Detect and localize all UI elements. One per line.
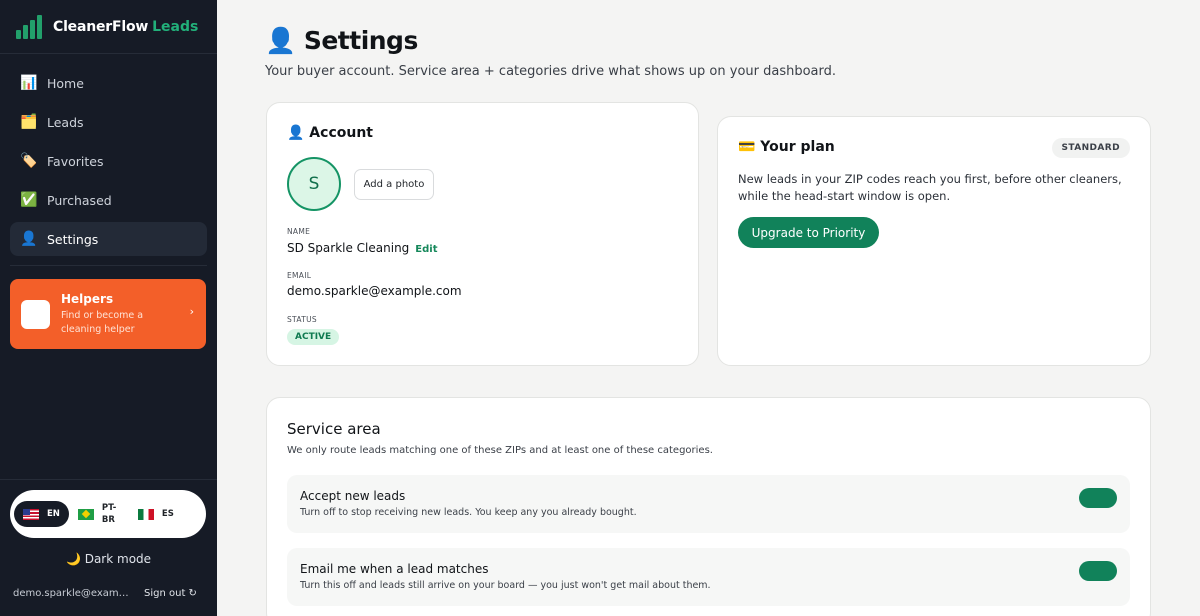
sidebar-nav: 📊 Home 🗂️ Leads 🏷️ Favorites ✅ Purchased… (0, 54, 217, 266)
dark-mode-toggle[interactable]: 🌙 Dark mode (0, 552, 217, 566)
sidebar-item-favorites[interactable]: 🏷️ Favorites (10, 144, 207, 178)
brand-accent: Leads (152, 18, 199, 35)
sidebar-item-purchased[interactable]: ✅ Purchased (10, 183, 207, 217)
user-icon: 👤 (20, 231, 38, 247)
lang-label: ES (161, 509, 174, 519)
sidebar-item-settings[interactable]: 👤 Settings (10, 222, 207, 256)
sidebar-item-home[interactable]: 📊 Home (10, 66, 207, 100)
sidebar-item-label: Home (47, 75, 84, 91)
divider (0, 479, 217, 480)
brazil-flag-icon (77, 508, 94, 520)
accept-leads-toggle[interactable] (1079, 488, 1117, 508)
us-flag-icon (23, 508, 39, 520)
avatar: S (287, 157, 341, 211)
status-label: STATUS (287, 315, 317, 324)
status-badge: ACTIVE (287, 329, 340, 345)
main-content: 👤 Settings Your buyer account. Service a… (217, 0, 1200, 616)
check-icon: ✅ (20, 192, 38, 208)
lang-label: EN (47, 509, 60, 519)
plan-badge: STANDARD (1051, 138, 1130, 158)
brand[interactable]: CleanerFlow Leads (0, 0, 217, 54)
bar-chart-logo-icon (16, 14, 43, 39)
account-name: SD Sparkle Cleaning (287, 241, 410, 255)
chart-icon: 📊 (20, 75, 38, 91)
plan-description: New leads in your ZIP codes reach you fi… (738, 172, 1122, 203)
sign-out-button[interactable]: Sign out ↻ (144, 588, 197, 599)
lang-label: PT-BR (101, 503, 117, 525)
chevron-right-icon: › (189, 305, 194, 318)
toggle-description: Turn off to stop receiving new leads. Yo… (300, 507, 637, 518)
name-label: NAME (287, 227, 311, 236)
sidebar-item-label: Settings (47, 231, 99, 247)
service-area-card: Service area We only route leads matchin… (266, 397, 1151, 616)
sidebar-item-leads[interactable]: 🗂️ Leads (10, 105, 207, 139)
helpers-card[interactable]: Helpers Find or become a cleaning helper… (10, 279, 206, 349)
upgrade-button[interactable]: Upgrade to Priority (738, 217, 879, 248)
email-value: demo.sparkle@example.com (287, 284, 462, 298)
email-match-toggle[interactable] (1079, 561, 1117, 581)
account-card: 👤 Account S Add a photo NAME SD Sparkle … (266, 102, 699, 366)
sidebar: CleanerFlow Leads 📊 Home 🗂️ Leads 🏷️ Fav… (0, 0, 217, 616)
page-subtitle: Your buyer account. Service area + categ… (265, 64, 837, 79)
sidebar-item-label: Leads (47, 114, 84, 130)
edit-name-link[interactable]: Edit (415, 244, 437, 255)
language-switcher: EN PT-BR ES (10, 490, 206, 538)
email-match-row: Email me when a lead matches Turn this o… (287, 548, 1130, 606)
page-title: 👤 Settings (265, 26, 418, 55)
add-photo-button[interactable]: Add a photo (354, 169, 434, 200)
name-value: SD Sparkle Cleaning Edit (287, 241, 438, 255)
user-email: demo.sparkle@example.com (13, 588, 133, 599)
email-label: EMAIL (287, 271, 312, 280)
accept-leads-row: Accept new leads Turn off to stop receiv… (287, 475, 1130, 533)
brand-name: CleanerFlow (53, 18, 149, 35)
helpers-subtitle: Find or become a cleaning helper (61, 309, 144, 335)
tag-icon: 🏷️ (20, 153, 38, 169)
lang-option-es[interactable]: ES (129, 501, 183, 527)
lang-option-en[interactable]: EN (14, 501, 69, 527)
account-title: 👤 Account (287, 125, 373, 141)
toggle-title: Email me when a lead matches (300, 562, 489, 576)
helpers-title: Helpers (61, 291, 114, 306)
toggle-description: Turn this off and leads still arrive on … (300, 580, 711, 591)
service-area-subtitle: We only route leads matching one of thes… (287, 445, 713, 456)
toggle-title: Accept new leads (300, 489, 406, 503)
sidebar-item-label: Favorites (47, 153, 104, 169)
plan-card: 💳 Your plan STANDARD New leads in your Z… (717, 116, 1151, 366)
sidebar-item-label: Purchased (47, 192, 112, 208)
plan-title: 💳 Your plan (738, 139, 835, 155)
mexico-flag-icon (137, 508, 154, 520)
lang-option-pt-br[interactable]: PT-BR (69, 501, 129, 527)
helpers-icon (21, 299, 50, 329)
folder-icon: 🗂️ (20, 114, 38, 130)
divider (10, 265, 207, 266)
service-area-title: Service area (287, 420, 381, 438)
